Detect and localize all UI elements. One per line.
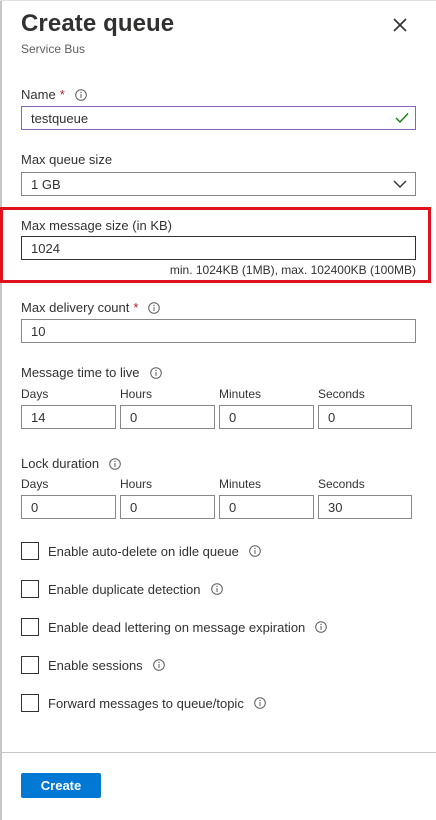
checkbox-dead-lettering[interactable]: Enable dead lettering on message expirat… [21, 618, 328, 636]
checkbox-duplicate-detection[interactable]: Enable duplicate detection [21, 580, 223, 598]
name-input[interactable]: testqueue [21, 106, 416, 130]
lock-duration-label: Lock duration [21, 456, 121, 471]
ttl-hours-label: Hours [120, 387, 153, 401]
checkbox-box[interactable] [21, 694, 39, 712]
lock-minutes-label: Minutes [219, 477, 262, 491]
lock-minutes-input[interactable]: 0 [219, 495, 314, 519]
panel-top-border [0, 0, 436, 1]
max-delivery-count-label: Max delivery count * [21, 300, 161, 315]
info-icon[interactable] [109, 457, 121, 470]
page-subtitle: Service Bus [21, 42, 86, 56]
checkbox-sessions[interactable]: Enable sessions [21, 656, 165, 674]
lock-days-input[interactable]: 0 [21, 495, 116, 519]
info-icon[interactable] [149, 366, 162, 379]
info-icon[interactable] [148, 301, 161, 314]
info-icon[interactable] [249, 545, 261, 557]
info-icon[interactable] [74, 88, 87, 101]
max-delivery-count-input[interactable]: 10 [21, 319, 416, 343]
ttl-minutes-input[interactable]: 0 [219, 405, 314, 429]
lock-seconds-label: Seconds [318, 477, 365, 491]
required-marker: * [133, 300, 139, 315]
checkbox-box[interactable] [21, 580, 39, 598]
close-icon [393, 18, 407, 32]
create-button[interactable]: Create [21, 773, 101, 798]
page-title: Create queue [21, 10, 175, 37]
checkbox-box[interactable] [21, 542, 39, 560]
info-icon[interactable] [152, 659, 165, 671]
lock-hours-label: Hours [120, 477, 153, 491]
info-icon[interactable] [210, 583, 223, 595]
footer-divider [2, 752, 436, 753]
checkbox-forward-messages[interactable]: Forward messages to queue/topic [21, 694, 266, 712]
ttl-days-label: Days [21, 387, 49, 401]
checkbox-box[interactable] [21, 618, 39, 636]
max-queue-size-label: Max queue size [21, 152, 113, 167]
checkbox-box[interactable] [21, 656, 39, 674]
info-icon[interactable] [315, 621, 328, 633]
ttl-seconds-input[interactable]: 0 [318, 405, 412, 429]
info-icon[interactable] [254, 697, 266, 709]
create-queue-panel: Create queue Service Bus Name * testqueue… [0, 0, 436, 820]
lock-days-label: Days [21, 477, 49, 491]
checkbox-auto-delete[interactable]: Enable auto-delete on idle queue [21, 542, 261, 560]
chevron-down-icon [393, 180, 407, 188]
lock-hours-input[interactable]: 0 [120, 495, 215, 519]
required-marker: * [59, 87, 65, 102]
message-ttl-label: Message time to live [21, 365, 162, 380]
ttl-minutes-label: Minutes [219, 387, 262, 401]
name-label: Name * [21, 87, 87, 102]
ttl-seconds-label: Seconds [318, 387, 365, 401]
ttl-days-input[interactable]: 14 [21, 405, 116, 429]
highlight-box [0, 207, 431, 283]
max-queue-size-select[interactable]: 1 GB [21, 172, 416, 196]
lock-seconds-input[interactable]: 30 [318, 495, 412, 519]
close-button[interactable] [388, 13, 412, 37]
ttl-hours-input[interactable]: 0 [120, 405, 215, 429]
checkmark-icon [395, 113, 409, 124]
panel-left-border [0, 0, 2, 820]
